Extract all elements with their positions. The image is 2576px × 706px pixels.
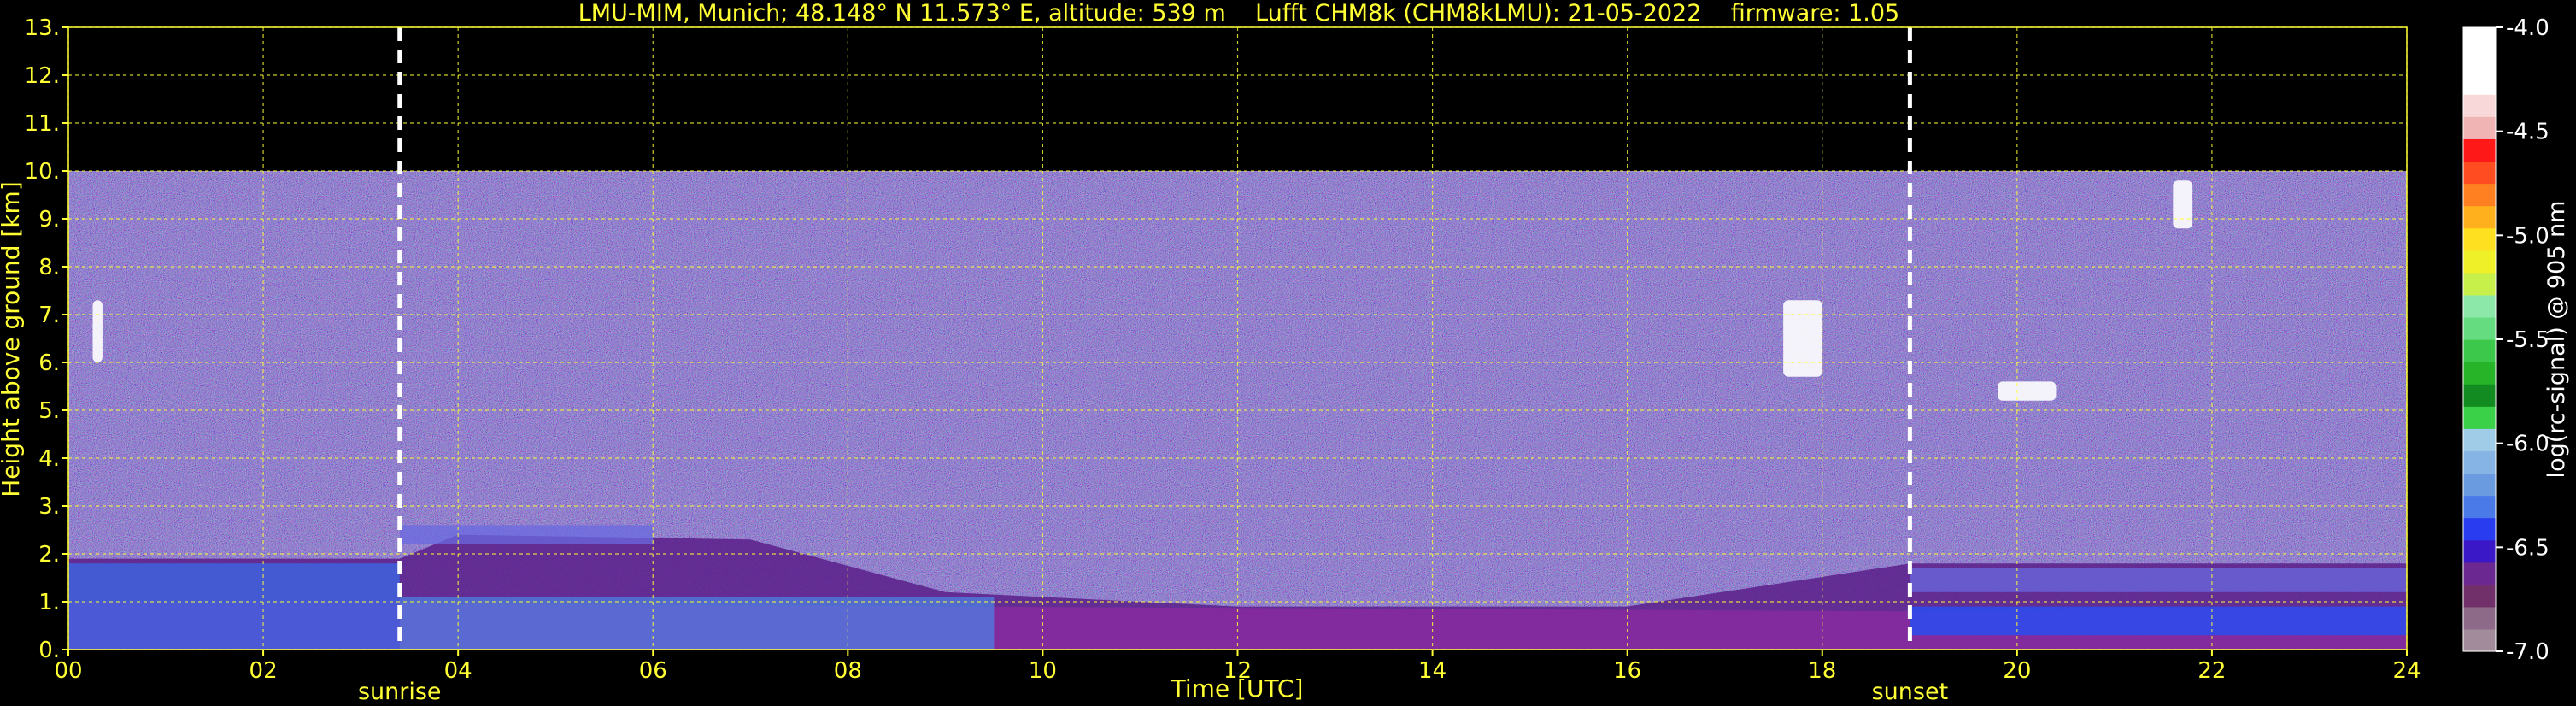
colorbar-tick-label: -4.0 (2506, 15, 2550, 41)
colorbar-segment (2463, 161, 2496, 185)
colorbar-tick-label: -6.5 (2506, 535, 2550, 561)
colorbar-segment (2463, 362, 2496, 385)
colorbar-segment (2463, 517, 2496, 541)
colorbar-segment (2463, 562, 2496, 585)
y-tick-label: 8. (38, 255, 60, 280)
colorbar-segment (2463, 183, 2496, 207)
x-tick-label: 10 (1029, 658, 1057, 684)
x-tick-label: 14 (1418, 658, 1446, 684)
colorbar-segment (2463, 584, 2496, 608)
colorbar-segment (2463, 94, 2496, 117)
colorbar-tick-label: -7.0 (2506, 639, 2550, 665)
y-tick-label: 11. (25, 111, 60, 137)
y-tick-label: 12. (25, 63, 60, 89)
colorbar-segment (2463, 406, 2496, 429)
colorbar-segment (2463, 294, 2496, 318)
feature-night-mixing (68, 563, 400, 650)
event-label-sunrise: sunrise (358, 679, 442, 705)
y-tick-label: 5. (38, 398, 60, 424)
x-tick-label: 08 (834, 658, 862, 684)
y-tick-label: 9. (38, 207, 60, 232)
colorbar-segment (2463, 450, 2496, 474)
colorbar-segment (2463, 316, 2496, 340)
colorbar-segment (2463, 250, 2496, 274)
feature-cloud-5 (2173, 180, 2193, 229)
y-tick-label: 2. (38, 542, 60, 568)
x-axis-label: Time [UTC] (1171, 674, 1304, 703)
colorbar-segment (2463, 339, 2496, 362)
colorbar-segment (2463, 50, 2496, 73)
feature-morning-layer (399, 597, 995, 650)
colorbar-segment (2463, 628, 2496, 652)
feature-cloud-3 (1783, 300, 1822, 377)
y-tick-label: 6. (38, 350, 60, 376)
colorbar-label: log(rc-signal) @ 905 nm (2544, 201, 2570, 479)
colorbar-segment (2463, 227, 2496, 251)
feature-cloud-4 (1998, 381, 2057, 401)
colorbar-segment (2463, 384, 2496, 407)
colorbar-segment (2463, 606, 2496, 630)
colorbar-segment (2463, 495, 2496, 519)
x-tick-label: 04 (444, 658, 472, 684)
x-tick-label: 20 (2003, 658, 2031, 684)
colorbar: -4.0-4.5-5.0-5.5-6.0-6.5-7.0 (2462, 15, 2550, 665)
feature-cloud-6 (92, 300, 103, 362)
x-tick-label: 06 (639, 658, 667, 684)
event-label-sunset: sunset (1872, 679, 1949, 705)
x-tick-label: 16 (1613, 658, 1641, 684)
y-tick-label: 7. (38, 303, 60, 328)
y-axis: 0.1.2.3.4.5.6.7.8.9.10.11.12.13. (25, 15, 68, 663)
colorbar-segment (2463, 473, 2496, 497)
colorbar-segment (2463, 539, 2496, 563)
colorbar-segment (2463, 138, 2496, 162)
y-tick-label: 13. (25, 15, 60, 41)
y-tick-label: 10. (25, 159, 60, 185)
colorbar-tick-label: -4.5 (2506, 120, 2550, 145)
x-tick-label: 02 (249, 658, 278, 684)
colorbar-segment (2463, 428, 2496, 451)
colorbar-segment (2463, 116, 2496, 139)
plot-area (67, 26, 2408, 650)
x-tick-label: 00 (54, 658, 82, 684)
ceilometer-chart: LMU-MIM, Munich; 48.148° N 11.573° E, al… (0, 0, 2570, 705)
feature-night-time-aerosol-layer-2 (1910, 568, 2407, 592)
y-tick-label: 1. (38, 590, 60, 615)
colorbar-segment (2463, 205, 2496, 229)
feature-evening-layer (1910, 606, 2407, 636)
y-axis-label: Height above ground [km] (0, 181, 25, 497)
colorbar-segment (2463, 27, 2496, 50)
y-tick-label: 4. (38, 446, 60, 472)
feature-residual-aerosol-layer-1 (399, 525, 654, 544)
chart-title: LMU-MIM, Munich; 48.148° N 11.573° E, al… (578, 0, 1899, 26)
colorbar-segment (2463, 72, 2496, 95)
x-tick-label: 22 (2198, 658, 2226, 684)
colorbar-segment (2463, 272, 2496, 296)
x-tick-label: 18 (1808, 658, 1836, 684)
y-tick-label: 3. (38, 494, 60, 520)
x-tick-label: 24 (2392, 658, 2421, 684)
